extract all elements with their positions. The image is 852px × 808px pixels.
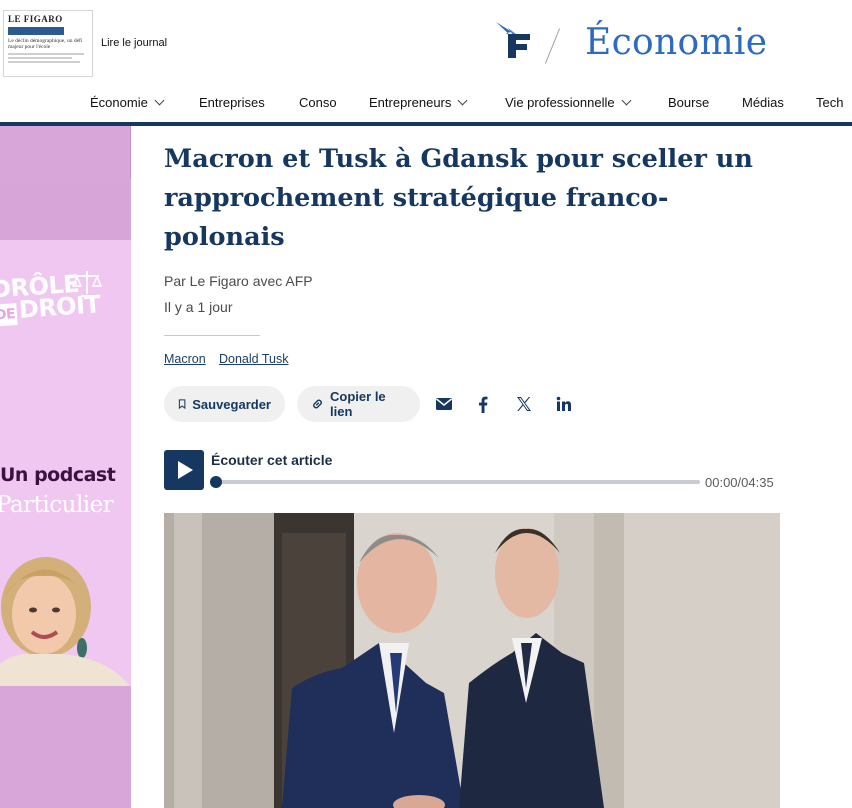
read-journal-link[interactable]: Lire le journal	[101, 37, 167, 49]
main-nav: Économie Entreprises Conso Entrepreneurs…	[0, 92, 852, 116]
section-title[interactable]: Économie	[585, 22, 767, 63]
ad-panel: DRÔLE DEDROIT Un podcast Particulier	[0, 240, 131, 686]
audio-time: 00:00/04:35	[705, 475, 774, 490]
ad-portrait-image	[0, 557, 130, 686]
byline-divider	[164, 335, 260, 336]
ad-bottom-band	[0, 686, 131, 808]
journal-masthead: LE FIGARO	[8, 14, 63, 24]
facebook-icon[interactable]	[472, 394, 494, 414]
ad-top-band	[0, 126, 131, 178]
article-timestamp: Il y a 1 jour	[164, 299, 233, 315]
nav-item-tech[interactable]: Tech	[816, 95, 843, 110]
chevron-down-icon	[621, 95, 632, 106]
bookmark-icon	[178, 399, 186, 410]
article-title: Macron et Tusk à Gdansk pour sceller un …	[164, 144, 753, 252]
audio-progress-bar[interactable]	[216, 480, 700, 484]
le-figaro-logo-icon[interactable]	[494, 20, 534, 62]
article-byline: Par Le Figaro avec AFP	[164, 273, 313, 289]
nav-item-medias[interactable]: Médias	[742, 95, 784, 110]
nav-item-conso[interactable]: Conso	[299, 95, 337, 110]
journal-thumbnail[interactable]: LE FIGARO Le déclin démographique, un dé…	[3, 10, 93, 77]
chevron-down-icon	[154, 95, 165, 106]
nav-item-vie-professionnelle[interactable]: Vie professionnelle	[505, 95, 632, 110]
linkedin-icon[interactable]	[553, 394, 575, 414]
scales-icon	[72, 271, 102, 297]
article-photo	[164, 513, 780, 808]
x-icon[interactable]	[513, 394, 535, 414]
journal-banner	[8, 27, 64, 35]
ad-brand: Particulier	[0, 492, 114, 518]
site-header: LE FIGARO Le déclin démographique, un dé…	[0, 0, 852, 126]
mail-icon[interactable]	[433, 394, 455, 414]
nav-item-entrepreneurs[interactable]: Entrepreneurs	[369, 95, 468, 110]
listen-article-label: Écouter cet article	[211, 452, 333, 468]
sidebar-ad[interactable]: DRÔLE DEDROIT Un podcast Particulier	[0, 126, 131, 808]
journal-headline: Le déclin démographique, un défi majeur …	[8, 38, 83, 50]
nav-item-entreprises[interactable]: Entreprises	[199, 95, 265, 110]
copy-link-button[interactable]: Copier le lien	[297, 386, 420, 422]
tag-link[interactable]: Donald Tusk	[219, 352, 288, 366]
tag-link[interactable]: Macron	[164, 352, 206, 366]
chevron-down-icon	[457, 95, 468, 106]
header-divider	[544, 28, 561, 64]
save-button[interactable]: Sauvegarder	[164, 386, 285, 422]
link-icon	[313, 399, 322, 409]
nav-item-economie[interactable]: Économie	[90, 95, 165, 110]
play-button[interactable]	[164, 450, 204, 490]
journal-text-lines	[8, 53, 88, 63]
ad-podcast-text: Un podcast	[0, 464, 116, 486]
nav-item-bourse[interactable]: Bourse	[668, 95, 709, 110]
audio-progress-handle[interactable]	[210, 476, 222, 488]
